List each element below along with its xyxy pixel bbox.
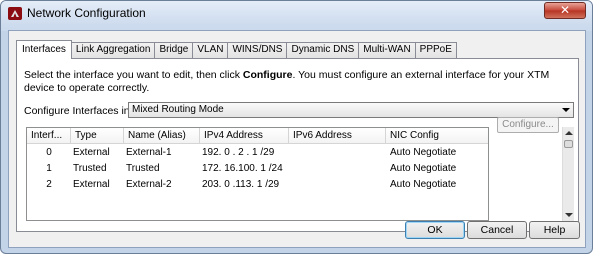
network-configuration-window: Network Configuration ✕ Interfaces Link …: [0, 0, 593, 254]
dialog-body: Interfaces Link Aggregation Bridge VLAN …: [8, 30, 586, 248]
instructions-text: Select the interface you want to edit, t…: [24, 69, 574, 95]
table-row[interactable]: 1 Trusted Trusted 172. 16.100. 1 /24 Aut…: [27, 161, 488, 177]
scroll-down-arrow-icon[interactable]: [565, 213, 573, 217]
cell-nic-config: Auto Negotiate: [390, 179, 457, 190]
cell-name: Trusted: [126, 163, 160, 174]
cancel-button[interactable]: Cancel: [467, 221, 527, 239]
vertical-scrollbar[interactable]: [562, 127, 574, 221]
tab-pppoe[interactable]: PPPoE: [414, 42, 457, 58]
ok-button[interactable]: OK: [405, 221, 465, 239]
help-button[interactable]: Help: [529, 221, 580, 239]
scroll-thumb[interactable]: [564, 140, 573, 148]
tab-multi-wan[interactable]: Multi-WAN: [358, 42, 416, 58]
cell-name: External-2: [126, 179, 172, 190]
interfaces-table: Interf... Type Name (Alias) IPv4 Address…: [26, 127, 489, 221]
column-header-ipv4[interactable]: IPv4 Address: [200, 128, 289, 144]
tab-wins-dns[interactable]: WINS/DNS: [227, 42, 288, 58]
cell-ipv4: 203. 0 .113. 1 /29: [202, 179, 280, 190]
table-row[interactable]: 2 External External-2 203. 0 .113. 1 /29…: [27, 177, 488, 193]
configure-button[interactable]: Configure...: [497, 117, 559, 133]
interfaces-panel: Select the interface you want to edit, t…: [16, 58, 579, 232]
title-bar: Network Configuration ✕: [1, 1, 592, 25]
column-header-nic-config[interactable]: NIC Config: [386, 128, 488, 144]
instructions-configure-bold: Configure: [242, 69, 293, 81]
tab-link-aggregation[interactable]: Link Aggregation: [70, 42, 156, 58]
cell-type: Trusted: [73, 163, 107, 174]
tab-bridge[interactable]: Bridge: [154, 42, 194, 58]
close-button[interactable]: ✕: [544, 2, 586, 19]
configure-interfaces-label: Configure Interfaces in: [24, 105, 130, 117]
routing-mode-dropdown[interactable]: Mixed Routing Mode: [128, 102, 574, 118]
chevron-down-icon: [562, 108, 570, 112]
cell-type: External: [73, 179, 110, 190]
column-header-ipv6[interactable]: IPv6 Address: [289, 128, 386, 144]
column-header-interface[interactable]: Interf...: [27, 128, 71, 144]
table-row[interactable]: 0 External External-1 192. 0 . 2 . 1 /29…: [27, 145, 488, 161]
column-header-name[interactable]: Name (Alias): [124, 128, 200, 144]
column-header-type[interactable]: Type: [71, 128, 124, 144]
cell-ipv4: 192. 0 . 2 . 1 /29: [202, 147, 275, 158]
cell-nic-config: Auto Negotiate: [390, 163, 457, 174]
window-title: Network Configuration: [27, 6, 146, 20]
cell-interface: 0: [46, 147, 52, 158]
cell-nic-config: Auto Negotiate: [390, 147, 457, 158]
tab-strip: Interfaces Link Aggregation Bridge VLAN …: [16, 40, 457, 59]
instructions-part-1: Select the interface you want to edit, t…: [24, 69, 243, 81]
cell-ipv4: 172. 16.100. 1 /24: [202, 163, 283, 174]
cell-type: External: [73, 147, 110, 158]
tab-dynamic-dns[interactable]: Dynamic DNS: [286, 42, 360, 58]
tab-vlan[interactable]: VLAN: [192, 42, 229, 58]
cell-interface: 1: [46, 163, 52, 174]
table-header: Interf... Type Name (Alias) IPv4 Address…: [27, 128, 488, 144]
scroll-up-arrow-icon[interactable]: [565, 131, 573, 135]
cell-interface: 2: [46, 179, 52, 190]
cell-name: External-1: [126, 147, 172, 158]
watchguard-app-icon: [8, 7, 22, 20]
routing-mode-value: Mixed Routing Mode: [132, 104, 224, 115]
tab-interfaces[interactable]: Interfaces: [16, 40, 72, 59]
